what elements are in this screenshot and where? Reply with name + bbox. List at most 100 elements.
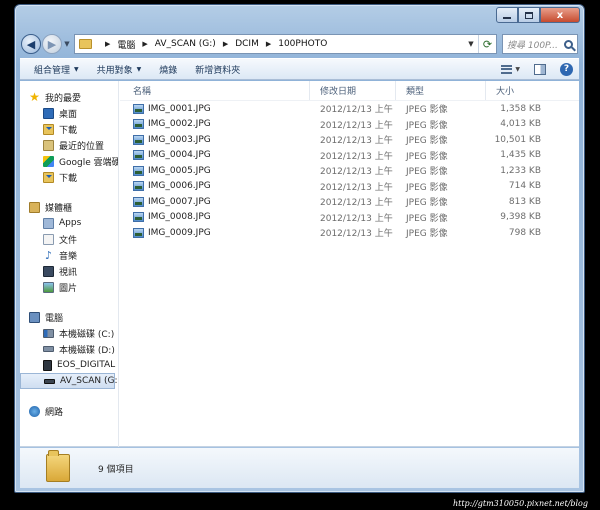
breadcrumb-100photo[interactable]: 100PHOTO <box>278 39 327 49</box>
search-input[interactable]: 搜尋 100P... <box>502 34 578 54</box>
column-header-date[interactable]: 修改日期 <box>310 81 396 100</box>
nav-downloads[interactable]: 下載 <box>20 121 118 137</box>
address-dropdown-icon[interactable]: ▼ <box>464 40 478 48</box>
sd-card-icon <box>43 359 52 371</box>
nav-network[interactable]: 網路 <box>20 403 118 419</box>
chevron-down-icon: ▼ <box>74 65 79 73</box>
recent-places-icon <box>43 139 54 151</box>
file-row[interactable]: IMG_0002.JPG 2012/12/13 上午 ... JPEG 影像 4,01… <box>120 117 579 133</box>
jpeg-file-icon <box>133 150 144 161</box>
breadcrumb-drive[interactable]: AV_SCAN (G:) <box>155 39 216 49</box>
maximize-button[interactable] <box>518 7 540 23</box>
burn-label: 燒錄 <box>159 65 178 76</box>
nav-documents[interactable]: 文件 <box>20 231 118 247</box>
libraries-icon <box>29 201 40 213</box>
nav-av-scan[interactable]: AV_SCAN (G:) <box>20 373 118 389</box>
minimize-button[interactable] <box>496 7 518 23</box>
nav-downloads-2[interactable]: 下載 <box>20 169 118 185</box>
breadcrumb-dcim[interactable]: DCIM <box>235 39 259 49</box>
file-type: JPEG 影像 <box>406 167 448 178</box>
file-row[interactable]: IMG_0006.JPG 2012/12/13 上午 ... JPEG 影像 714 … <box>120 179 579 195</box>
column-header-size[interactable]: 大小 <box>486 81 556 100</box>
file-row[interactable]: IMG_0007.JPG 2012/12/13 上午 ... JPEG 影像 813 … <box>120 194 579 210</box>
chevron-right-icon[interactable]: ▶ <box>142 40 147 48</box>
refresh-button[interactable]: ⟳ <box>478 35 496 53</box>
file-name: IMG_0003.JPG <box>148 134 211 145</box>
file-size: 1,233 KB <box>500 165 541 176</box>
desktop-icon <box>43 107 54 119</box>
column-header-name[interactable]: 名稱 <box>120 81 310 100</box>
nav-drive-d[interactable]: 本機磁碟 (D:) <box>20 341 118 357</box>
network-group: 網路 <box>20 403 118 419</box>
pictures-icon <box>43 281 54 293</box>
file-row[interactable]: IMG_0004.JPG 2012/12/13 上午 ... JPEG 影像 1,43… <box>120 148 579 164</box>
explorer-window: x ◀ ▶ ▼ ▶ 電腦 ▶ AV_SCAN (G:) ▶ DCIM ▶ 100… <box>14 4 585 493</box>
file-type: JPEG 影像 <box>406 213 448 224</box>
recent-pages-dropdown[interactable]: ▼ <box>62 40 72 48</box>
nav-google-drive[interactable]: Google 雲端硬 <box>20 153 118 169</box>
nav-videos[interactable]: 視訊 <box>20 263 118 279</box>
nav-drive-c[interactable]: 本機磁碟 (C:) <box>20 325 118 341</box>
file-row[interactable]: IMG_0005.JPG 2012/12/13 上午 ... JPEG 影像 1,23… <box>120 163 579 179</box>
jpeg-file-icon <box>133 212 144 223</box>
file-name-cell: IMG_0003.JPG <box>120 134 310 145</box>
favorites-group: ★ 我的最愛 桌面 下載 最近的位置 Google 雲端硬 下載 <box>20 89 118 185</box>
computer-icon <box>29 311 40 323</box>
close-button[interactable]: x <box>540 7 580 23</box>
nav-favorites[interactable]: ★ 我的最愛 <box>20 89 118 105</box>
nav-recent-places[interactable]: 最近的位置 <box>20 137 118 153</box>
navigation-pane: ★ 我的最愛 桌面 下載 最近的位置 Google 雲端硬 下載 媒體櫃 Apps… <box>20 81 119 447</box>
network-icon <box>29 405 40 417</box>
search-placeholder: 搜尋 100P... <box>507 40 558 51</box>
nav-pictures[interactable]: 圖片 <box>20 279 118 295</box>
file-name-cell: IMG_0009.JPG <box>120 227 310 238</box>
breadcrumb-computer[interactable]: 電腦 <box>117 38 135 51</box>
downloads-icon <box>43 171 54 183</box>
file-row[interactable]: IMG_0001.JPG 2012/12/13 上午 ... JPEG 影像 1,35… <box>120 101 579 117</box>
nav-music[interactable]: ♪ 音樂 <box>20 247 118 263</box>
chevron-right-icon[interactable]: ▶ <box>266 40 271 48</box>
details-pane: 9 個項目 <box>20 448 579 488</box>
nav-label: 本機磁碟 (D:) <box>59 345 115 356</box>
forward-button[interactable]: ▶ <box>42 34 62 54</box>
change-view-button[interactable]: ▼ <box>501 64 520 74</box>
caption-buttons: x <box>496 7 580 23</box>
file-type: JPEG 影像 <box>406 198 448 209</box>
photo-frame: x ◀ ▶ ▼ ▶ 電腦 ▶ AV_SCAN (G:) ▶ DCIM ▶ 100… <box>0 0 600 510</box>
column-header-type[interactable]: 類型 <box>396 81 486 100</box>
nav-label: Apps <box>59 218 82 228</box>
nav-libraries[interactable]: 媒體櫃 <box>20 199 118 215</box>
nav-eos-digital[interactable]: EOS_DIGITAL ( <box>20 357 118 373</box>
share-menu[interactable]: 共用對象 ▼ <box>97 63 142 76</box>
organize-label: 組合管理 <box>34 65 71 76</box>
organize-menu[interactable]: 組合管理 ▼ <box>34 63 79 76</box>
chevron-right-icon[interactable]: ▶ <box>105 40 110 48</box>
star-icon: ★ <box>29 89 40 104</box>
drive-c-icon <box>43 328 54 338</box>
nav-label: EOS_DIGITAL ( <box>57 360 119 370</box>
computer-group: 電腦 本機磁碟 (C:) 本機磁碟 (D:) EOS_DIGITAL ( AV_… <box>20 309 118 389</box>
file-row[interactable]: IMG_0008.JPG 2012/12/13 上午 ... JPEG 影像 9,39… <box>120 210 579 226</box>
new-folder-button[interactable]: 新增資料夾 <box>195 63 240 76</box>
file-row[interactable]: IMG_0003.JPG 2012/12/13 上午 ... JPEG 影像 10,5… <box>120 132 579 148</box>
back-button[interactable]: ◀ <box>21 34 41 54</box>
file-name-cell: IMG_0001.JPG <box>120 103 310 114</box>
nav-desktop[interactable]: 桌面 <box>20 105 118 121</box>
address-bar[interactable]: ▶ 電腦 ▶ AV_SCAN (G:) ▶ DCIM ▶ 100PHOTO ▼ … <box>74 34 497 54</box>
nav-computer[interactable]: 電腦 <box>20 309 118 325</box>
burn-button[interactable]: 燒錄 <box>159 63 177 76</box>
nav-label: 視訊 <box>59 267 78 278</box>
preview-pane-icon[interactable] <box>534 63 546 75</box>
nav-apps[interactable]: Apps <box>20 215 118 231</box>
chevron-right-icon[interactable]: ▶ <box>223 40 228 48</box>
jpeg-file-icon <box>133 227 144 238</box>
file-date: 2012/12/13 上午 ... <box>320 120 396 131</box>
file-row[interactable]: IMG_0009.JPG 2012/12/13 上午 ... JPEG 影像 798 … <box>120 225 579 241</box>
file-name: IMG_0006.JPG <box>148 181 211 192</box>
file-date: 2012/12/13 上午 ... <box>320 136 396 147</box>
usb-drive-icon <box>44 378 55 384</box>
file-size: 1,358 KB <box>500 103 541 114</box>
help-icon[interactable]: ? <box>560 62 573 76</box>
file-name-cell: IMG_0008.JPG <box>120 212 310 223</box>
command-bar: 組合管理 ▼ 共用對象 ▼ 燒錄 新增資料夾 ▼ ? <box>20 58 579 80</box>
